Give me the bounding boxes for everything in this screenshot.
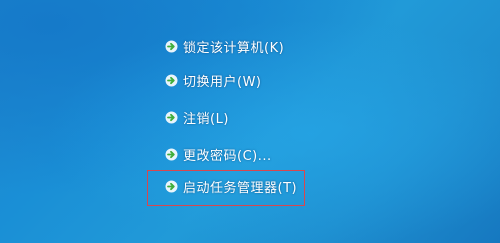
security-options-menu: 锁定该计算机(K) 切换用户(W) 注销(L) 更改密码(C)... 启动任务管… xyxy=(164,0,484,243)
green-arrow-icon xyxy=(164,73,178,87)
green-arrow-icon xyxy=(164,147,178,161)
green-arrow-icon xyxy=(164,110,178,124)
highlight-annotation-box xyxy=(147,170,305,206)
log-off-label: 注销(L) xyxy=(183,111,229,127)
green-arrow-icon xyxy=(164,39,178,53)
lock-computer-option[interactable]: 锁定该计算机(K) xyxy=(164,33,284,59)
switch-user-label: 切换用户(W) xyxy=(183,74,262,90)
log-off-option[interactable]: 注销(L) xyxy=(164,104,229,130)
switch-user-option[interactable]: 切换用户(W) xyxy=(164,67,262,93)
change-password-label: 更改密码(C)... xyxy=(183,148,272,164)
change-password-option[interactable]: 更改密码(C)... xyxy=(164,141,272,167)
lock-computer-label: 锁定该计算机(K) xyxy=(183,40,285,56)
